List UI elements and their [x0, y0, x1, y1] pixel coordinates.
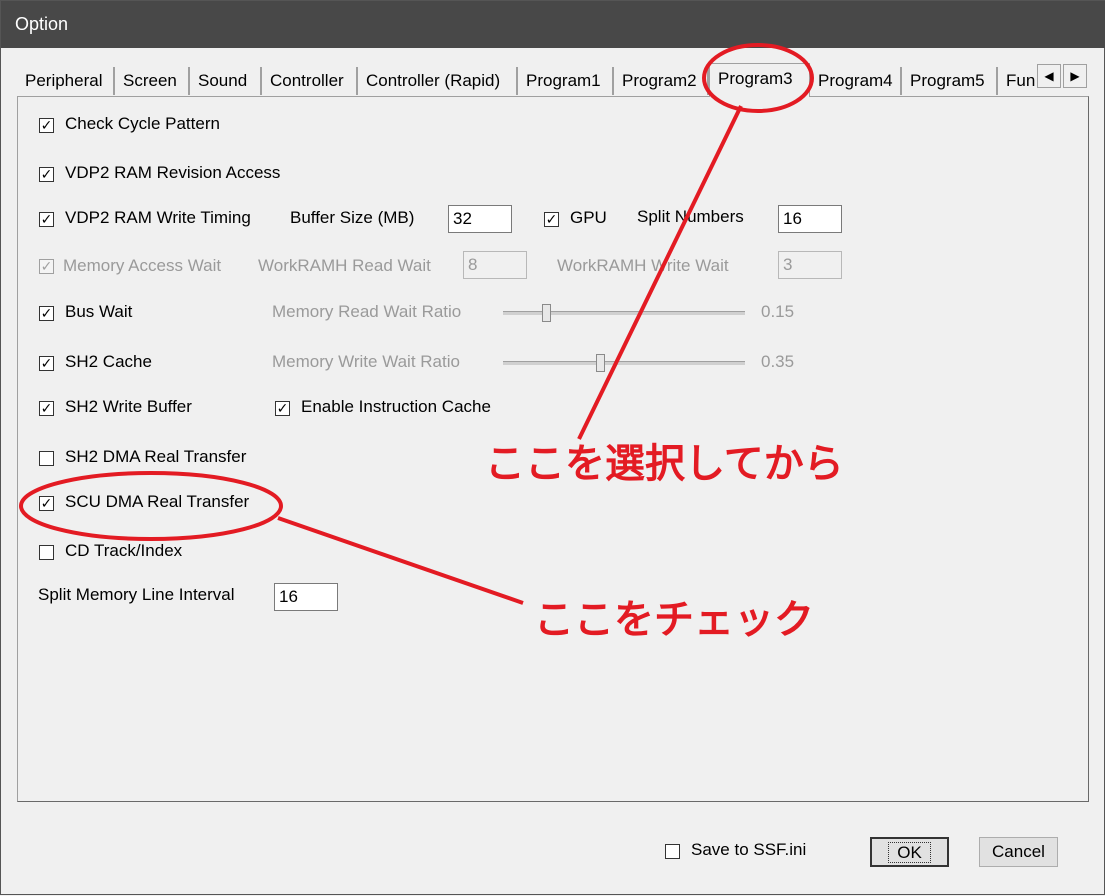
sh2-cache-label[interactable]: SH2 Cache: [65, 352, 152, 372]
buffer-size-label: Buffer Size (MB): [290, 208, 415, 227]
cd-track-index-label[interactable]: CD Track/Index: [65, 541, 182, 561]
workramh-write-wait-input[interactable]: 3: [778, 251, 842, 279]
check-cycle-pattern-checkbox[interactable]: ✓: [39, 118, 54, 133]
option-dialog: Option Peripheral Screen Sound Controlle…: [0, 0, 1105, 895]
vdp2-ram-write-timing-label[interactable]: VDP2 RAM Write Timing: [65, 208, 251, 228]
gpu-checkbox[interactable]: ✓: [544, 212, 559, 227]
memory-read-wait-ratio-value: 0.15: [761, 302, 795, 321]
scu-dma-real-transfer-label[interactable]: SCU DMA Real Transfer: [65, 492, 249, 512]
gpu-label[interactable]: GPU: [570, 208, 607, 228]
sh2-dma-real-transfer-checkbox[interactable]: [39, 451, 54, 466]
ok-button[interactable]: OK: [870, 837, 949, 867]
split-memory-line-interval-input[interactable]: 16: [274, 583, 338, 611]
split-numbers-label: Split Numbers: [637, 207, 744, 226]
sh2-write-buffer-checkbox[interactable]: ✓: [39, 401, 54, 416]
vdp2-ram-write-timing-checkbox[interactable]: ✓: [39, 212, 54, 227]
memory-write-wait-ratio-thumb[interactable]: [595, 354, 605, 372]
memory-read-wait-ratio-label: Memory Read Wait Ratio: [272, 302, 462, 321]
split-numbers-input[interactable]: 16: [778, 205, 842, 233]
cd-track-index-checkbox[interactable]: [39, 545, 54, 560]
memory-write-wait-ratio-label: Memory Write Wait Ratio: [272, 352, 460, 371]
save-to-ini-checkbox[interactable]: [665, 844, 680, 859]
memory-access-wait-checkbox[interactable]: ✓: [39, 259, 54, 274]
memory-write-wait-ratio-slider[interactable]: [503, 361, 745, 365]
check-here-annotation: ここをチェック: [534, 598, 814, 642]
memory-read-wait-ratio-thumb[interactable]: [542, 304, 552, 322]
split-memory-line-interval-label: Split Memory Line Interval: [38, 585, 235, 604]
workramh-read-wait-label: WorkRAMH Read Wait: [258, 256, 431, 275]
vdp2-ram-revision-access-checkbox[interactable]: ✓: [39, 167, 54, 182]
workramh-read-wait-input[interactable]: 8: [463, 251, 527, 279]
sh2-dma-real-transfer-label[interactable]: SH2 DMA Real Transfer: [65, 447, 246, 467]
enable-instruction-cache-checkbox[interactable]: ✓: [275, 401, 290, 416]
memory-read-wait-ratio-slider[interactable]: [503, 311, 745, 315]
buffer-size-input[interactable]: 32: [448, 205, 512, 233]
memory-access-wait-label[interactable]: Memory Access Wait: [63, 256, 221, 276]
scu-dma-real-transfer-checkbox[interactable]: ✓: [39, 496, 54, 511]
vdp2-ram-revision-access-label[interactable]: VDP2 RAM Revision Access: [65, 163, 280, 183]
sh2-cache-checkbox[interactable]: ✓: [39, 356, 54, 371]
ok-button-label: OK: [888, 842, 931, 863]
workramh-write-wait-label: WorkRAMH Write Wait: [557, 256, 729, 275]
bus-wait-label[interactable]: Bus Wait: [65, 302, 132, 322]
sh2-write-buffer-label[interactable]: SH2 Write Buffer: [65, 397, 192, 417]
memory-write-wait-ratio-value: 0.35: [761, 352, 795, 371]
check-cycle-pattern-label[interactable]: Check Cycle Pattern: [65, 114, 220, 134]
cancel-button[interactable]: Cancel: [979, 837, 1058, 867]
enable-instruction-cache-label[interactable]: Enable Instruction Cache: [301, 397, 491, 417]
select-here-annotation: ここを選択してから: [485, 442, 844, 486]
save-to-ini-label[interactable]: Save to SSF.ini: [691, 840, 806, 860]
bus-wait-checkbox[interactable]: ✓: [39, 306, 54, 321]
